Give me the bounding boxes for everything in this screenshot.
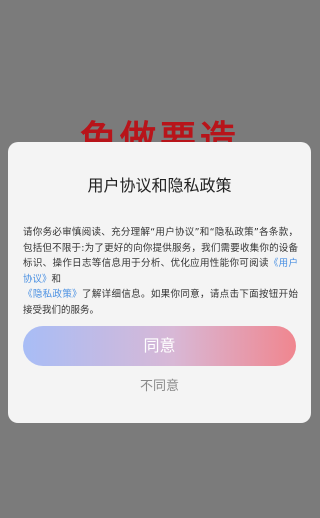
body-text-and: 和 — [51, 273, 62, 285]
dialog-body-text: 请你务必审慎阅读、充分理解“用户协议”和“隐私政策”各条款，包括但不限于:为了更… — [23, 225, 298, 318]
privacy-policy-link[interactable]: 《隐私政策》 — [23, 289, 82, 300]
body-text-part1: 请你务必审慎阅读、充分理解“用户协议”和“隐私政策”各条款，包括但不限于:为了更… — [23, 227, 298, 269]
agree-button[interactable]: 同意 — [23, 326, 296, 366]
privacy-agreement-dialog: 用户协议和隐私政策 请你务必审慎阅读、充分理解“用户协议”和“隐私政策”各条款，… — [8, 142, 311, 423]
dialog-title: 用户协议和隐私政策 — [87, 176, 232, 195]
disagree-button[interactable]: 不同意 — [8, 378, 311, 396]
